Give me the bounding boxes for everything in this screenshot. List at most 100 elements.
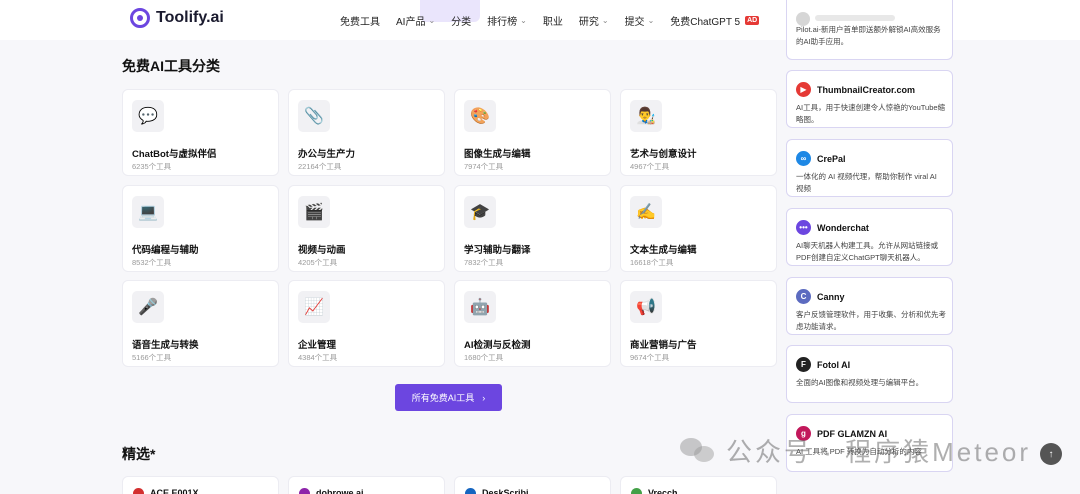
sidebar-card-head: C Canny xyxy=(796,289,845,304)
blurred-title xyxy=(815,15,895,21)
category-name: 办公与生产力 xyxy=(298,149,356,160)
category-card[interactable]: 💻 代码编程与辅助 8532个工具 xyxy=(122,185,279,272)
tool-name: Wonderchat xyxy=(817,222,869,233)
chevron-down-icon: ⌄ xyxy=(428,15,436,25)
nav-item[interactable]: 免费工具 xyxy=(340,13,380,28)
nav-item[interactable]: 免费ChatGPT 5 AD xyxy=(670,13,760,28)
category-card[interactable]: 👨‍🎨 艺术与创意设计 4967个工具 xyxy=(620,89,777,176)
category-count: 4384个工具 xyxy=(298,353,338,362)
clapperboard-icon: 🎬 xyxy=(298,196,330,228)
sidebar-card-head: ∞ CrePal xyxy=(796,151,846,166)
arrow-up-icon: ↑ xyxy=(1048,448,1054,460)
sidebar-tool-card[interactable]: ∞ CrePal 一体化的 AI 视频代理，帮助你制作 viral AI 视频 xyxy=(786,139,953,197)
category-card[interactable]: 📈 企业管理 4384个工具 xyxy=(288,280,445,367)
category-count: 5166个工具 xyxy=(132,353,172,362)
sidebar-tool-card[interactable]: ▶ ThumbnailCreator.com AI工具，用于快速创建令人惊艳的You… xyxy=(786,70,953,128)
featured-card[interactable]: Vrecch xyxy=(620,476,777,494)
featured-card[interactable]: dobrowe.ai xyxy=(288,476,445,494)
nav-item-label: 分类 xyxy=(451,16,472,28)
main-nav: 免费工具 AI产品 ⌄ 分类 排行榜 ⌄ 职业 研究 ⌄ 提交 ⌄ 免费ChatGPT 5 AD xyxy=(340,0,775,40)
featured-name: ACE.E001X xyxy=(150,488,199,494)
chevron-down-icon: ⌄ xyxy=(601,15,609,25)
microphone-icon: 🎤 xyxy=(132,291,164,323)
megaphone-icon: 📢 xyxy=(630,291,662,323)
nav-item-label: 研究 xyxy=(578,16,599,28)
category-card[interactable]: 📎 办公与生产力 22164个工具 xyxy=(288,89,445,176)
nav-item[interactable]: 排行榜 ⌄ xyxy=(487,13,527,28)
featured-logo-icon xyxy=(631,488,642,494)
tool-description: 客户反馈管理软件，用于收集、分析和优先考虑功能请求。 xyxy=(796,310,946,331)
sidebar-tool-card[interactable]: F Fotol AI 全面的AI图像和视频处理与编辑平台。 xyxy=(786,345,953,403)
featured-card[interactable]: ACE.E001X xyxy=(122,476,279,494)
chart-up-icon: 📈 xyxy=(298,291,330,323)
featured-name: DeskScribi xyxy=(482,488,529,494)
tool-logo-icon: F xyxy=(796,357,811,372)
category-count: 7974个工具 xyxy=(464,162,504,171)
category-count: 4205个工具 xyxy=(298,258,338,267)
paperclip-icon: 📎 xyxy=(298,100,330,132)
category-name: ChatBot与虚拟伴侣 xyxy=(132,149,217,160)
category-count: 4967个工具 xyxy=(630,162,670,171)
category-count: 9674个工具 xyxy=(630,353,670,362)
logo-icon xyxy=(130,8,150,28)
sidebar-tool-card[interactable]: C Canny 客户反馈管理软件，用于收集、分析和优先考虑功能请求。 xyxy=(786,277,953,335)
sidebar-card-head: ••• Wonderchat xyxy=(796,220,869,235)
tool-logo-icon: ∞ xyxy=(796,151,811,166)
sidebar-card-desc: Pilot.ai-新用户首单即送额外解锁AI高效服务的AI助手应用。 xyxy=(796,25,941,46)
chevron-down-icon: ⌄ xyxy=(647,15,655,25)
category-card[interactable]: 🎓 学习辅助与翻译 7832个工具 xyxy=(454,185,611,272)
chevron-down-icon: ⌄ xyxy=(520,15,527,25)
artist-icon: 👨‍🎨 xyxy=(630,100,662,132)
tool-logo-icon: C xyxy=(796,289,811,304)
nav-item[interactable]: 分类 xyxy=(451,13,471,28)
tool-name: ThumbnailCreator.com xyxy=(817,84,916,95)
category-count: 22164个工具 xyxy=(298,162,342,171)
site-logo[interactable]: Toolify.ai xyxy=(130,8,224,28)
nav-item-label: 免费ChatGPT 5 xyxy=(670,16,741,28)
category-card[interactable]: 🎤 语音生成与转换 5166个工具 xyxy=(122,280,279,367)
category-card[interactable]: 🎬 视频与动画 4205个工具 xyxy=(288,185,445,272)
watermark-text: 公众号 · 程序猿Meteor xyxy=(726,437,1032,467)
featured-logo-icon xyxy=(133,488,144,494)
category-card[interactable]: 🎨 图像生成与编辑 7974个工具 xyxy=(454,89,611,176)
category-name: 文本生成与编辑 xyxy=(630,245,697,256)
category-card[interactable]: 📢 商业营销与广告 9674个工具 xyxy=(620,280,777,367)
featured-title: 精选* xyxy=(122,446,156,462)
category-name: AI检测与反检测 xyxy=(464,340,531,351)
watermark: 公众号 · 程序猿Meteor xyxy=(680,432,1031,469)
tool-description: 一体化的 AI 视频代理，帮助你制作 viral AI 视频 xyxy=(796,172,937,193)
category-count: 8532个工具 xyxy=(132,258,172,267)
category-name: 语音生成与转换 xyxy=(132,340,199,351)
category-name: 企业管理 xyxy=(298,340,337,351)
category-name: 代码编程与辅助 xyxy=(132,245,199,256)
featured-logo-icon xyxy=(465,488,476,494)
featured-card[interactable]: DeskScribi xyxy=(454,476,611,494)
section-title: 免费AI工具分类 xyxy=(122,58,220,74)
sidebar-tool-card[interactable]: ••• Wonderchat AI聊天机器人构建工具。允许从网站链接或PDF创建自定… xyxy=(786,208,953,266)
nav-item-label: 提交 xyxy=(624,16,645,28)
category-count: 16618个工具 xyxy=(630,258,674,267)
category-card[interactable]: ✍️ 文本生成与编辑 16618个工具 xyxy=(620,185,777,272)
category-name: 图像生成与编辑 xyxy=(464,149,531,160)
category-card[interactable]: 🤖 AI检测与反检测 1680个工具 xyxy=(454,280,611,367)
chat-bubble-icon: 💬 xyxy=(132,100,164,132)
writing-hand-icon: ✍️ xyxy=(630,196,662,228)
category-card[interactable]: 💬 ChatBot与虚拟伴侣 6235个工具 xyxy=(122,89,279,176)
tool-description: 全面的AI图像和视频处理与编辑平台。 xyxy=(796,378,924,387)
palette-icon: 🎨 xyxy=(464,100,496,132)
robot-icon: 🤖 xyxy=(464,291,496,323)
nav-item-label: 职业 xyxy=(542,16,563,28)
nav-item-label: AI产品 xyxy=(396,16,426,28)
nav-item[interactable]: AI产品 ⌄ xyxy=(396,13,435,28)
nav-item[interactable]: 职业 xyxy=(543,13,563,28)
tool-description: AI工具，用于快速创建令人惊艳的YouTube缩略图。 xyxy=(796,103,946,124)
tool-logo-icon: ••• xyxy=(796,220,811,235)
all-free-tools-button[interactable]: 所有免费AI工具 › xyxy=(395,384,502,411)
nav-item[interactable]: 研究 ⌄ xyxy=(579,13,609,28)
nav-item[interactable]: 提交 ⌄ xyxy=(625,13,655,28)
sidebar-card-partial[interactable]: Pilot.ai-新用户首单即送额外解锁AI高效服务的AI助手应用。 xyxy=(786,0,953,60)
laptop-icon: 💻 xyxy=(132,196,164,228)
ad-badge: AD xyxy=(745,15,760,25)
category-name: 学习辅助与翻译 xyxy=(464,245,531,256)
scroll-to-top-button[interactable]: ↑ xyxy=(1040,443,1062,465)
